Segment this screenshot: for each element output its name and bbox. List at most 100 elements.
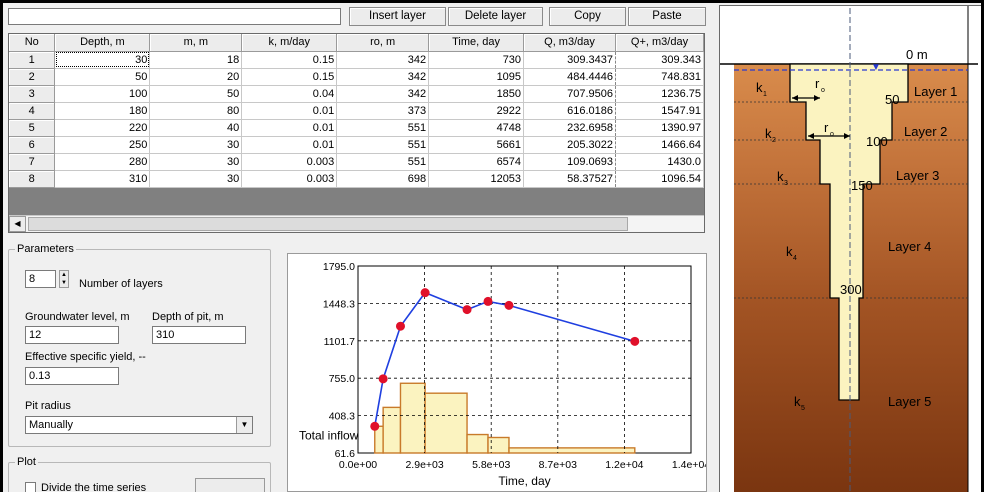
- table-cell[interactable]: 220: [54, 119, 151, 137]
- table-cell[interactable]: 730: [428, 51, 525, 69]
- table-row[interactable]: 5 220 40 0.01 551 4748 232.6958 1390.97: [9, 119, 704, 137]
- project-name-input[interactable]: [8, 8, 341, 25]
- row-number[interactable]: 6: [9, 136, 56, 154]
- divide-checkbox[interactable]: [25, 482, 36, 492]
- table-cell[interactable]: 6574: [428, 153, 525, 171]
- table-row[interactable]: 7 280 30 0.003 551 6574 109.0693 1430.0: [9, 153, 704, 171]
- table-cell[interactable]: 0.003: [241, 170, 338, 188]
- column-header[interactable]: Q, m3/day: [523, 34, 616, 52]
- table-cell[interactable]: 1430.0: [615, 153, 704, 171]
- table-cell[interactable]: 0.04: [241, 85, 338, 103]
- table-cell[interactable]: 205.3022: [523, 136, 616, 154]
- yield-input[interactable]: 0.13: [25, 367, 119, 385]
- table-cell[interactable]: 18: [149, 51, 243, 69]
- table-cell[interactable]: 342: [336, 85, 430, 103]
- plot-options-button[interactable]: [195, 478, 265, 492]
- row-number[interactable]: 4: [9, 102, 56, 120]
- table-row[interactable]: 8 310 30 0.003 698 12053 58.37527 1096.54: [9, 170, 704, 188]
- table-cell[interactable]: 1466.64: [615, 136, 704, 154]
- table-cell[interactable]: 1547.91: [615, 102, 704, 120]
- table-cell[interactable]: 309.3437: [523, 51, 616, 69]
- table-cell[interactable]: 373: [336, 102, 430, 120]
- column-header[interactable]: ro, m: [336, 34, 430, 52]
- table-cell[interactable]: 100: [54, 85, 151, 103]
- column-header[interactable]: Depth, m: [54, 34, 151, 52]
- table-cell[interactable]: 12053: [428, 170, 525, 188]
- paste-button[interactable]: Paste: [628, 7, 706, 26]
- table-cell[interactable]: 80: [149, 102, 243, 120]
- table-cell[interactable]: 180: [54, 102, 151, 120]
- table-cell[interactable]: 250: [54, 136, 151, 154]
- column-header[interactable]: k, m/day: [241, 34, 338, 52]
- table-cell[interactable]: 109.0693: [523, 153, 616, 171]
- table-row[interactable]: 1 30 18 0.15 342 730 309.3437 309.343: [9, 51, 704, 69]
- insert-layer-button[interactable]: Insert layer: [349, 7, 446, 26]
- table-cell[interactable]: 0.01: [241, 136, 338, 154]
- table-cell[interactable]: 551: [336, 119, 430, 137]
- num-layers-input[interactable]: 8: [25, 270, 56, 288]
- column-header[interactable]: m, m: [149, 34, 243, 52]
- dropdown-arrow-icon[interactable]: ▼: [236, 417, 252, 433]
- table-cell[interactable]: 280: [54, 153, 151, 171]
- table-cell[interactable]: 30: [149, 153, 243, 171]
- table-cell[interactable]: 1096.54: [615, 170, 704, 188]
- table-cell[interactable]: 748.831: [615, 68, 704, 86]
- row-number[interactable]: 2: [9, 68, 56, 86]
- table-cell[interactable]: 232.6958: [523, 119, 616, 137]
- table-cell[interactable]: 1236.75: [615, 85, 704, 103]
- column-header[interactable]: Time, day: [428, 34, 525, 52]
- table-cell[interactable]: 1095: [428, 68, 525, 86]
- table-cell[interactable]: 0.01: [241, 119, 338, 137]
- table-cell[interactable]: 40: [149, 119, 243, 137]
- table-cell[interactable]: 30: [149, 136, 243, 154]
- table-cell[interactable]: 310: [54, 170, 151, 188]
- table-cell[interactable]: 551: [336, 136, 430, 154]
- row-number[interactable]: 1: [9, 51, 56, 69]
- table-row[interactable]: 6 250 30 0.01 551 5661 205.3022 1466.64: [9, 136, 704, 154]
- copy-button[interactable]: Copy: [549, 7, 626, 26]
- table-row[interactable]: 3 100 50 0.04 342 1850 707.9506 1236.75: [9, 85, 704, 103]
- table-cell[interactable]: 30: [149, 170, 243, 188]
- groundwater-input[interactable]: 12: [25, 326, 119, 344]
- delete-layer-button[interactable]: Delete layer: [448, 7, 543, 26]
- top-depth-label: 0 m: [906, 47, 928, 62]
- table-cell[interactable]: 1390.97: [615, 119, 704, 137]
- table-cell[interactable]: 0.01: [241, 102, 338, 120]
- depth-input[interactable]: 310: [152, 326, 246, 344]
- table-cell[interactable]: 4748: [428, 119, 525, 137]
- table-cell[interactable]: 0.003: [241, 153, 338, 171]
- table-cell[interactable]: 0.15: [241, 51, 338, 69]
- row-number[interactable]: 8: [9, 170, 56, 188]
- scrollbar-thumb[interactable]: [28, 217, 628, 231]
- table-cell[interactable]: 50: [149, 85, 243, 103]
- scroll-left-icon[interactable]: ◀: [9, 216, 26, 232]
- column-header[interactable]: No: [9, 34, 56, 52]
- table-row[interactable]: 4 180 80 0.01 373 2922 616.0186 1547.91: [9, 102, 704, 120]
- row-number[interactable]: 5: [9, 119, 56, 137]
- table-cell[interactable]: 50: [54, 68, 151, 86]
- num-layers-spinner[interactable]: ▲ ▼: [59, 270, 69, 288]
- table-cell[interactable]: 342: [336, 51, 430, 69]
- table-cell[interactable]: 309.343: [615, 51, 704, 69]
- radius-select[interactable]: Manually ▼: [25, 416, 253, 434]
- horizontal-scrollbar[interactable]: ◀: [9, 215, 704, 232]
- table-cell[interactable]: 0.15: [241, 68, 338, 86]
- table-cell[interactable]: 484.4446: [523, 68, 616, 86]
- table-cell[interactable]: 5661: [428, 136, 525, 154]
- layer-table[interactable]: No Depth, m m, m k, m/day ro, m Time, day Q, m…: [9, 34, 704, 188]
- table-cell[interactable]: 58.37527: [523, 170, 616, 188]
- table-cell[interactable]: 698: [336, 170, 430, 188]
- table-cell[interactable]: 20: [149, 68, 243, 86]
- table-row[interactable]: 2 50 20 0.15 342 1095 484.4446 748.831: [9, 68, 704, 86]
- table-cell[interactable]: 551: [336, 153, 430, 171]
- table-cell[interactable]: 342: [336, 68, 430, 86]
- row-number[interactable]: 3: [9, 85, 56, 103]
- table-cell[interactable]: 1850: [428, 85, 525, 103]
- table-cell[interactable]: 616.0186: [523, 102, 616, 120]
- layer-grid[interactable]: No Depth, m m, m k, m/day ro, m Time, day Q, m…: [8, 33, 705, 233]
- column-header[interactable]: Q+, m3/day: [615, 34, 704, 52]
- table-cell[interactable]: 707.9506: [523, 85, 616, 103]
- table-cell[interactable]: 2922: [428, 102, 525, 120]
- table-cell[interactable]: 30: [54, 51, 151, 69]
- row-number[interactable]: 7: [9, 153, 56, 171]
